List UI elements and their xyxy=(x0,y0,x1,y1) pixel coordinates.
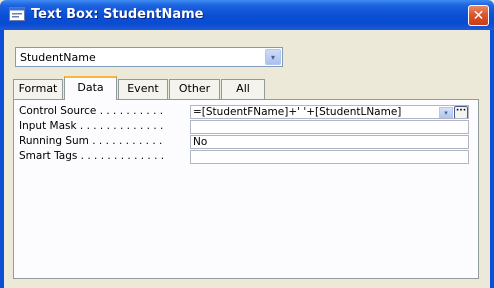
tab-all[interactable]: All xyxy=(221,79,265,99)
window-title: Text Box: StudentName xyxy=(31,7,204,22)
tab-label: Event xyxy=(127,82,159,95)
property-label: Input Mask . . . . . . . . . . . . . xyxy=(19,120,164,132)
close-icon: ✕ xyxy=(472,7,485,24)
property-row-input-mask: Input Mask . . . . . . . . . . . . . xyxy=(19,120,470,134)
object-selector[interactable]: StudentName ▾ xyxy=(15,47,283,67)
window-frame-right xyxy=(490,30,494,288)
tab-label: Data xyxy=(77,81,104,94)
tab-label: All xyxy=(236,82,250,95)
smart-tags-field[interactable] xyxy=(190,150,469,164)
title-bar[interactable]: Text Box: StudentName ✕ xyxy=(0,0,494,30)
control-source-field[interactable]: =[StudentFName]+' '+[StudentLName] ▾ ··· xyxy=(190,105,469,119)
property-value: No xyxy=(193,136,208,148)
object-selector-dropdown-button[interactable]: ▾ xyxy=(265,49,281,65)
textbox-properties-icon xyxy=(9,7,25,21)
tab-label: Format xyxy=(18,82,58,95)
tab-data[interactable]: Data xyxy=(64,76,117,100)
control-source-dropdown-button[interactable]: ▾ xyxy=(439,107,453,118)
window-frame-left xyxy=(0,30,4,288)
close-button[interactable]: ✕ xyxy=(468,5,489,26)
input-mask-field[interactable] xyxy=(190,120,469,134)
chevron-down-icon: ▾ xyxy=(444,109,448,117)
property-row-control-source: Control Source . . . . . . . . . . =[Stu… xyxy=(19,105,470,119)
chevron-down-icon: ▾ xyxy=(270,52,275,62)
ellipsis-icon: ··· xyxy=(455,106,467,116)
property-label: Smart Tags . . . . . . . . . . . . . xyxy=(19,150,165,162)
tab-event[interactable]: Event xyxy=(118,79,168,99)
property-label: Control Source . . . . . . . . . . xyxy=(19,105,164,117)
property-row-smart-tags: Smart Tags . . . . . . . . . . . . . xyxy=(19,150,470,164)
tab-format[interactable]: Format xyxy=(13,79,63,99)
running-sum-field[interactable]: No xyxy=(190,135,469,149)
tab-label: Other xyxy=(178,82,211,95)
property-row-running-sum: Running Sum . . . . . . . . . . . No xyxy=(19,135,470,149)
object-selector-value: StudentName xyxy=(20,51,96,64)
property-label: Running Sum . . . . . . . . . . . xyxy=(19,135,163,147)
builder-button[interactable]: ··· xyxy=(454,106,468,118)
tab-other[interactable]: Other xyxy=(169,79,220,99)
property-value: =[StudentFName]+' '+[StudentLName] xyxy=(193,106,402,118)
